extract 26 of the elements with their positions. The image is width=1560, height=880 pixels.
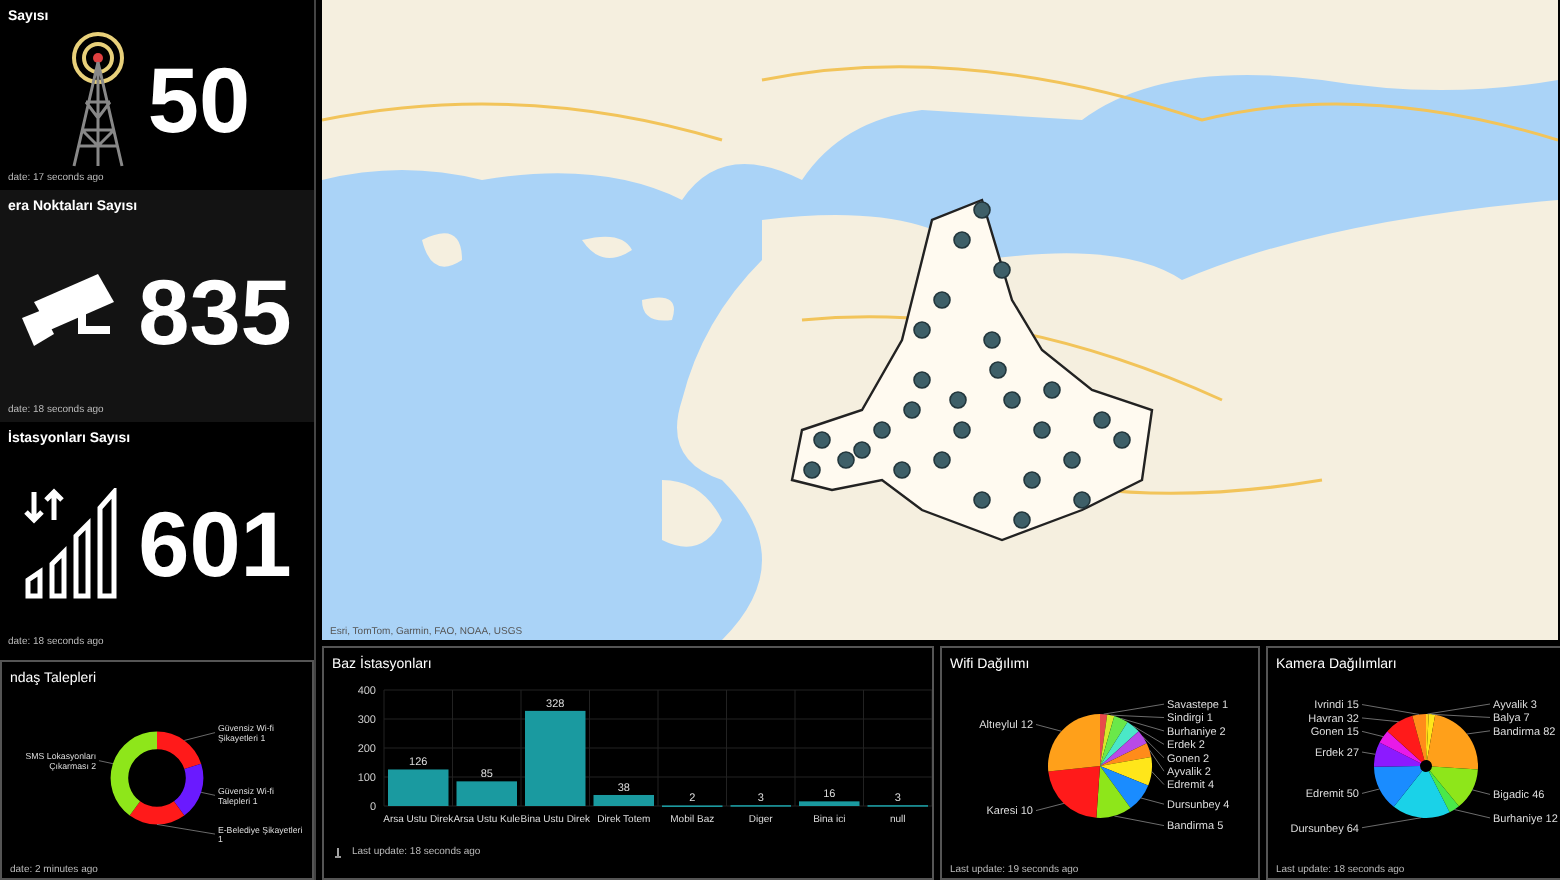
counter-value: 835 xyxy=(138,265,292,357)
counter-value: 601 xyxy=(138,497,292,589)
leader-line xyxy=(1361,787,1380,793)
leader-line xyxy=(1466,729,1491,734)
leader-line xyxy=(200,790,216,795)
bar xyxy=(525,709,586,805)
leader-line xyxy=(1035,723,1062,731)
info-icon[interactable] xyxy=(332,846,344,859)
counter-value: 50 xyxy=(147,54,251,146)
bar xyxy=(799,800,860,805)
leader-line xyxy=(1361,750,1376,754)
leader-line xyxy=(1361,816,1422,828)
leader-line xyxy=(1361,729,1384,736)
leader-line xyxy=(1471,788,1491,794)
leader-line xyxy=(1035,802,1065,810)
leader-line xyxy=(1454,808,1491,818)
bar xyxy=(456,780,517,805)
leader-line xyxy=(1133,724,1165,744)
bar xyxy=(388,768,449,805)
leader-line xyxy=(1140,796,1165,804)
leader-line xyxy=(183,731,216,740)
bar xyxy=(593,794,654,805)
leader-line xyxy=(98,759,114,764)
signal-bars-icon xyxy=(22,487,123,599)
leader-line xyxy=(1113,814,1165,825)
leader-line xyxy=(156,823,216,834)
